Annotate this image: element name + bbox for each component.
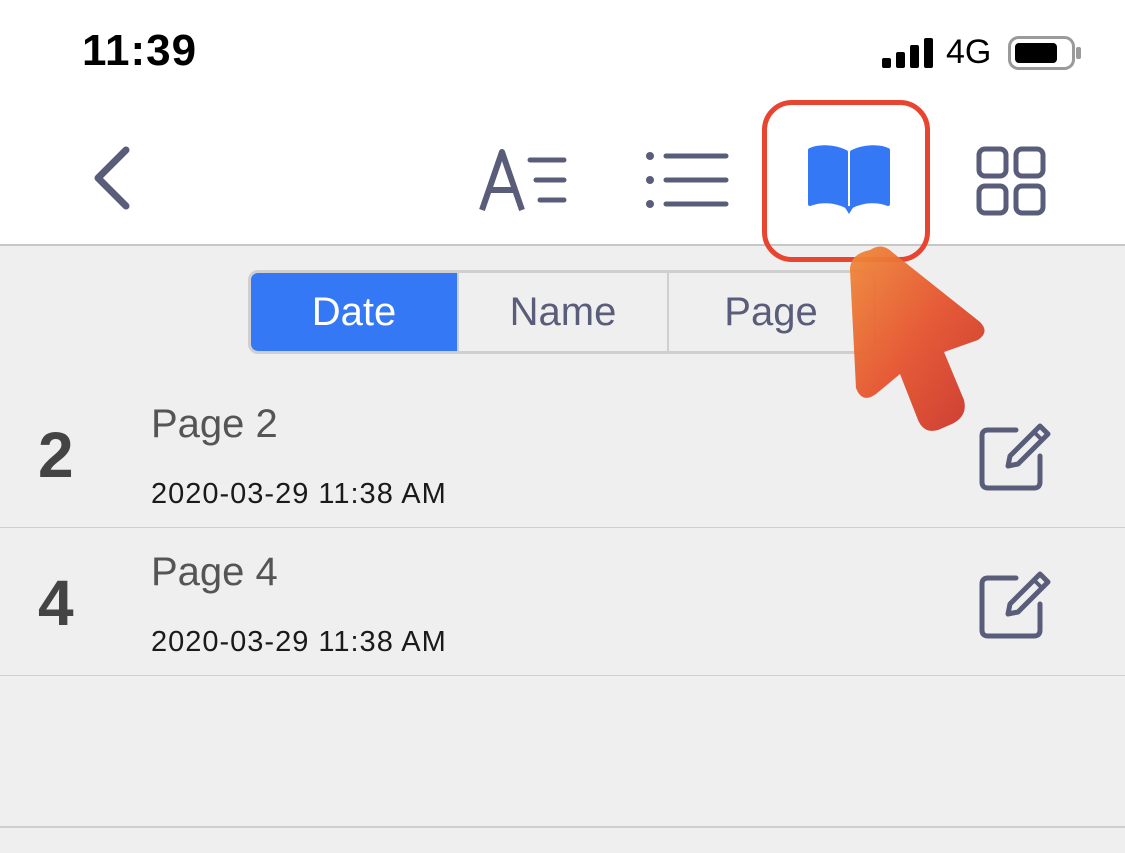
pointer-arrow-icon [850, 246, 985, 431]
edit-button[interactable] [978, 568, 1054, 645]
text-format-button[interactable] [478, 148, 570, 219]
chevron-left-icon [94, 146, 130, 210]
list-icon [646, 152, 729, 208]
grid-view-button[interactable] [976, 146, 1046, 221]
text-format-icon [479, 149, 567, 211]
sort-by-date[interactable]: Date [251, 273, 459, 351]
network-type: 4G [946, 33, 992, 71]
signal-strength-icon [882, 38, 933, 68]
status-bar: 11:39 4G [0, 0, 1125, 100]
list-item[interactable]: 4 Page 4 2020-03-29 11:38 AM [0, 528, 1125, 676]
battery-icon [1008, 36, 1081, 70]
status-time: 11:39 [82, 26, 198, 75]
sort-segmented-control: Date Name Page [248, 270, 876, 354]
book-icon [808, 145, 890, 214]
bookmark-title: Page 2 [151, 402, 278, 446]
page-number: 4 [38, 567, 74, 639]
grid-icon [976, 146, 1046, 216]
toolbar [0, 100, 1125, 262]
bookmarks-button[interactable] [806, 144, 892, 221]
back-button[interactable] [88, 144, 134, 217]
sort-by-name[interactable]: Name [459, 273, 669, 351]
bookmark-date: 2020-03-29 11:38 AM [151, 626, 447, 658]
edit-icon [979, 571, 1051, 639]
bookmark-date: 2020-03-29 11:38 AM [151, 478, 447, 510]
bookmark-title: Page 4 [151, 550, 278, 594]
page-number: 2 [38, 419, 74, 491]
list-view-button[interactable] [644, 150, 730, 215]
divider [0, 826, 1125, 828]
